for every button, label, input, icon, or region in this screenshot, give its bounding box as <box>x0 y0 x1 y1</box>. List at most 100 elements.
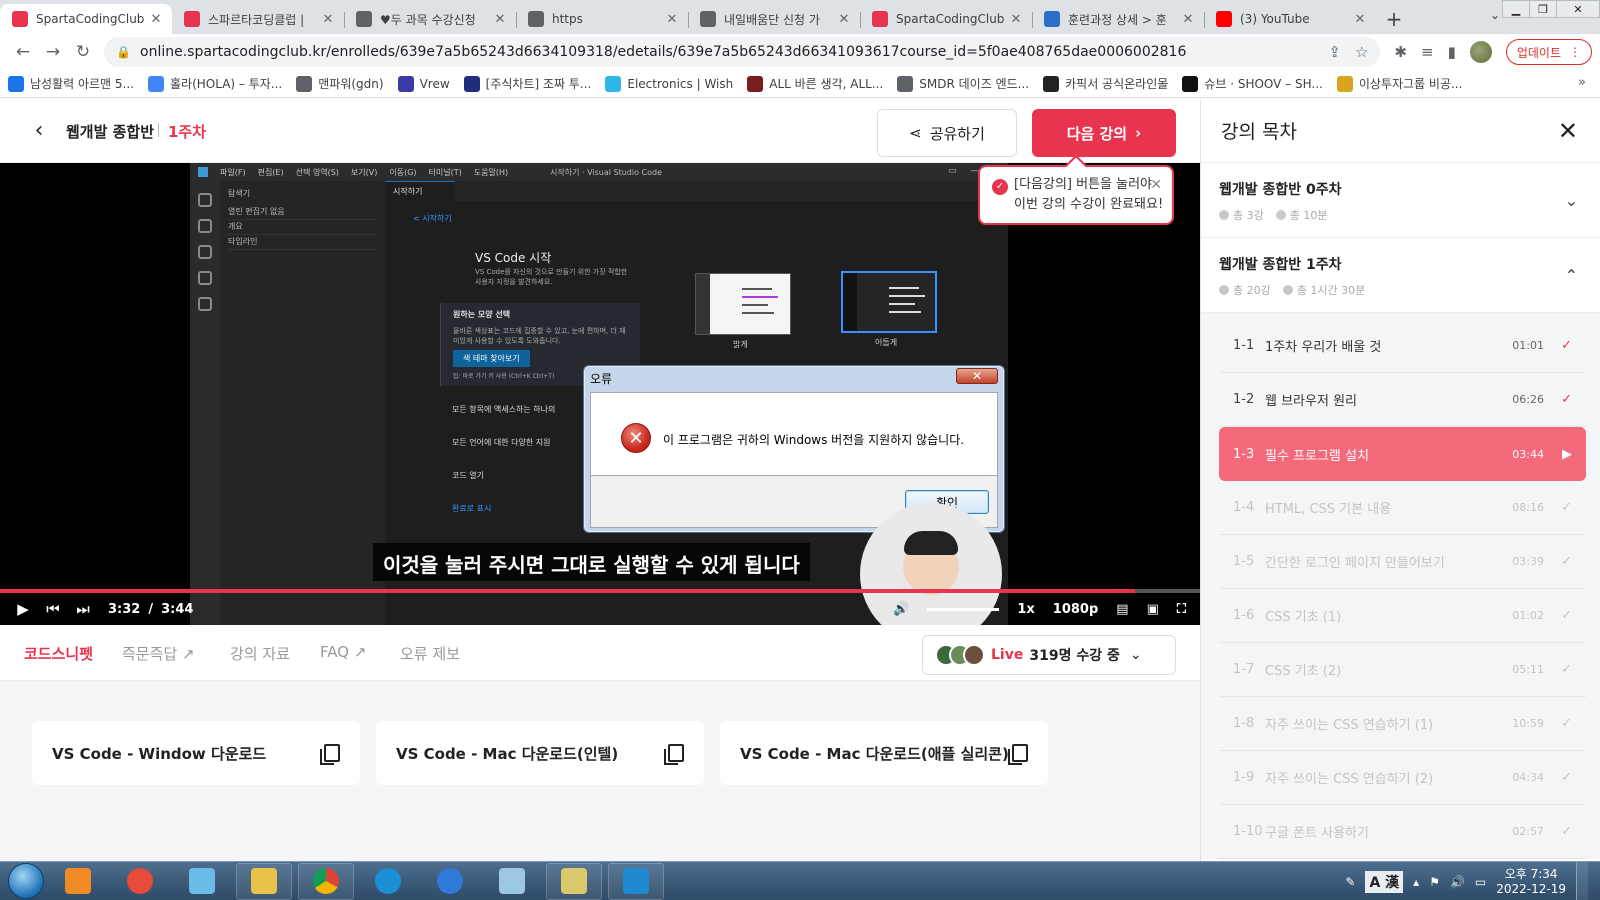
lesson-item[interactable]: 1-4 HTML, CSS 기본 내용 08:16 ✓ <box>1219 481 1586 535</box>
reading-list-icon[interactable]: ≡ <box>1421 43 1434 61</box>
tab-close-icon[interactable]: ✕ <box>1008 12 1024 27</box>
copy-icon[interactable] <box>1008 744 1028 765</box>
browser-tab[interactable]: ♥두 과목 수강신청 ✕ <box>344 4 516 34</box>
taskbar-paint[interactable] <box>174 863 230 900</box>
bookmark-item[interactable]: 홀라(HOLA) – 투자... <box>148 75 282 92</box>
snippet-card[interactable]: VS Code - Window 다운로드 <box>32 721 360 785</box>
volume-icon[interactable]: 🔊 <box>893 602 909 617</box>
back-chevron-icon[interactable]: ‹ <box>26 117 52 143</box>
browser-tab[interactable]: SpartaCodingClub ✕ <box>860 4 1032 34</box>
bookmark-star-icon[interactable]: ☆ <box>1355 43 1368 61</box>
lesson-item[interactable]: 1-8 자주 쓰이는 CSS 연습하기 (1) 10:59 ✓ <box>1219 697 1586 751</box>
toc-close-icon[interactable]: ✕ <box>1558 117 1578 145</box>
extensions-icon[interactable]: ✱ <box>1394 43 1407 61</box>
tab-code-snippet[interactable]: 코드스니펫 <box>24 643 94 684</box>
bookmark-item[interactable]: 남성활력 아르맨 5... <box>8 75 134 92</box>
clock[interactable]: 오후 7:34 2022-12-19 <box>1496 867 1566 897</box>
bookmark-item[interactable]: 이상투자그룹 비공... <box>1336 75 1462 92</box>
tab-close-icon[interactable]: ✕ <box>1352 12 1368 27</box>
lesson-item[interactable]: 1-6 CSS 기초 (1) 01:02 ✓ <box>1219 589 1586 643</box>
play-icon[interactable]: ▶ <box>8 600 38 618</box>
bookmark-item[interactable]: 카픽서 공식온라인몰 <box>1043 75 1168 92</box>
flag-icon[interactable]: ⚑ <box>1429 875 1440 889</box>
speaker-icon[interactable]: 🔊 <box>1450 875 1465 889</box>
network-icon[interactable]: ▭ <box>1475 875 1486 889</box>
minimize-icon[interactable]: ▁ <box>1502 0 1530 18</box>
fullscreen-icon[interactable]: ⛶ <box>1177 602 1186 617</box>
taskbar-ie[interactable] <box>422 863 478 900</box>
browser-tab[interactable]: (3) YouTube ✕ <box>1204 4 1376 34</box>
taskbar-explorer[interactable] <box>236 862 292 900</box>
window-close-icon[interactable]: ✕ <box>1556 0 1600 18</box>
error-dialog-close-icon[interactable]: ✕ <box>956 368 998 384</box>
lesson-item[interactable]: 1-3 필수 프로그램 설치 03:44 ▶ <box>1219 427 1586 481</box>
copy-icon[interactable] <box>664 744 684 765</box>
copy-icon[interactable] <box>320 744 340 765</box>
taskbar-notepad[interactable] <box>484 863 540 900</box>
bookmark-item[interactable]: [주식차트] 조짜 투... <box>463 75 591 92</box>
bookmarks-overflow-icon[interactable]: » <box>1578 75 1586 90</box>
tray-expand-icon[interactable]: ▴ <box>1413 875 1419 889</box>
snippet-card[interactable]: VS Code - Mac 다운로드(애플 실리콘) <box>720 721 1048 785</box>
show-desktop-button[interactable] <box>1576 862 1588 900</box>
back-icon[interactable]: ← <box>8 37 38 67</box>
pip-icon[interactable]: ▣ <box>1147 602 1159 617</box>
captions-icon[interactable]: ▤ <box>1116 602 1128 617</box>
lesson-item[interactable]: 1-7 CSS 기초 (2) 05:11 ✓ <box>1219 643 1586 697</box>
lesson-item[interactable]: 1-1 1주차 우리가 배울 것 01:01 ✓ <box>1219 319 1586 373</box>
taskbar-folder[interactable] <box>546 862 602 900</box>
tab-faq[interactable]: FAQ ↗ <box>320 643 366 661</box>
taskbar-app-red[interactable] <box>112 863 168 900</box>
lock-icon[interactable]: 🔒 <box>116 45 132 59</box>
bookmark-item[interactable]: Vrew <box>397 75 450 92</box>
tab-close-icon[interactable]: ✕ <box>148 12 164 27</box>
previous-icon[interactable]: ⏮ <box>38 600 68 618</box>
speed-button[interactable]: 1x <box>1017 602 1034 617</box>
bookmark-item[interactable]: 맨파워(gdn) <box>296 75 384 92</box>
new-tab-button[interactable]: + <box>1380 4 1408 34</box>
live-viewers-pill[interactable]: Live 319명 수강 중 ⌄ <box>922 635 1176 675</box>
forward-icon[interactable]: → <box>38 37 68 67</box>
lesson-item[interactable]: 1-5 간단한 로그인 페이지 만들어보기 03:39 ✓ <box>1219 535 1586 589</box>
tab-materials[interactable]: 강의 자료 <box>230 643 290 664</box>
bookmark-item[interactable]: ALL 바른 생각, ALL... <box>747 75 883 92</box>
next-lecture-button[interactable]: 다음 강의 › <box>1032 109 1176 157</box>
volume-slider[interactable] <box>927 607 1000 611</box>
profile-avatar[interactable] <box>1469 41 1492 63</box>
browser-tab[interactable]: https ✕ <box>516 4 688 34</box>
browser-tab[interactable]: 스파르타코딩클럽 | ✕ <box>172 4 344 34</box>
reload-icon[interactable]: ↻ <box>68 37 98 67</box>
lesson-item[interactable]: 1-10 구글 폰트 사용하기 02:57 ✓ <box>1219 805 1586 859</box>
taskbar-chrome[interactable] <box>298 862 354 900</box>
side-panel-icon[interactable]: ▮ <box>1448 43 1456 61</box>
pen-icon[interactable]: ✎ <box>1345 875 1355 889</box>
week-section-1[interactable]: 웹개발 종합반 1주차 총 20강 총 1시간 30분 ⌃ <box>1201 238 1600 313</box>
lesson-item[interactable]: 1-2 웹 브라우저 원리 06:26 ✓ <box>1219 373 1586 427</box>
tab-close-icon[interactable]: ✕ <box>836 12 852 27</box>
lesson-item[interactable]: 1-9 자주 쓰이는 CSS 연습하기 (2) 04:34 ✓ <box>1219 751 1586 805</box>
ime-indicator[interactable]: A 漢 <box>1365 870 1404 893</box>
tab-close-icon[interactable]: ✕ <box>1180 12 1196 27</box>
browser-tab[interactable]: 훈련과정 상세 > 훈 ✕ <box>1032 4 1204 34</box>
taskbar-vscode[interactable] <box>608 862 664 900</box>
tab-report-error[interactable]: 오류 제보 <box>400 643 460 664</box>
tab-instant-qa[interactable]: 즉문즉답 ↗ <box>122 643 195 664</box>
tab-search-icon[interactable]: ⌄ <box>1490 8 1500 22</box>
start-button[interactable] <box>8 863 44 899</box>
bookmark-item[interactable]: 슈브 · SHOOV – SH... <box>1182 75 1323 92</box>
tab-close-icon[interactable]: ✕ <box>492 12 508 27</box>
taskbar-media-player[interactable] <box>50 863 106 900</box>
tab-close-icon[interactable]: ✕ <box>320 12 336 27</box>
video-player[interactable]: 파일(F) 편집(E) 선택 영역(S) 보기(V) 이동(G) 터미널(T) 도움말(H)… <box>0 163 1200 625</box>
next-icon[interactable]: ⏭ <box>68 600 98 618</box>
share-button[interactable]: ⋖ 공유하기 <box>877 109 1017 157</box>
url-text[interactable]: online.spartacodingclub.kr/enrolleds/639… <box>140 44 1328 60</box>
tab-close-icon[interactable]: ✕ <box>664 12 680 27</box>
maximize-icon[interactable]: ❐ <box>1529 0 1557 18</box>
snippet-card[interactable]: VS Code - Mac 다운로드(인텔) <box>376 721 704 785</box>
address-bar[interactable]: 🔒 online.spartacodingclub.kr/enrolleds/6… <box>104 37 1381 67</box>
quality-button[interactable]: 1080p <box>1053 602 1099 617</box>
browser-tab[interactable]: SpartaCodingClub ✕ <box>0 4 172 34</box>
bookmark-item[interactable]: Electronics | Wish <box>605 75 733 92</box>
taskbar-edge[interactable] <box>360 863 416 900</box>
